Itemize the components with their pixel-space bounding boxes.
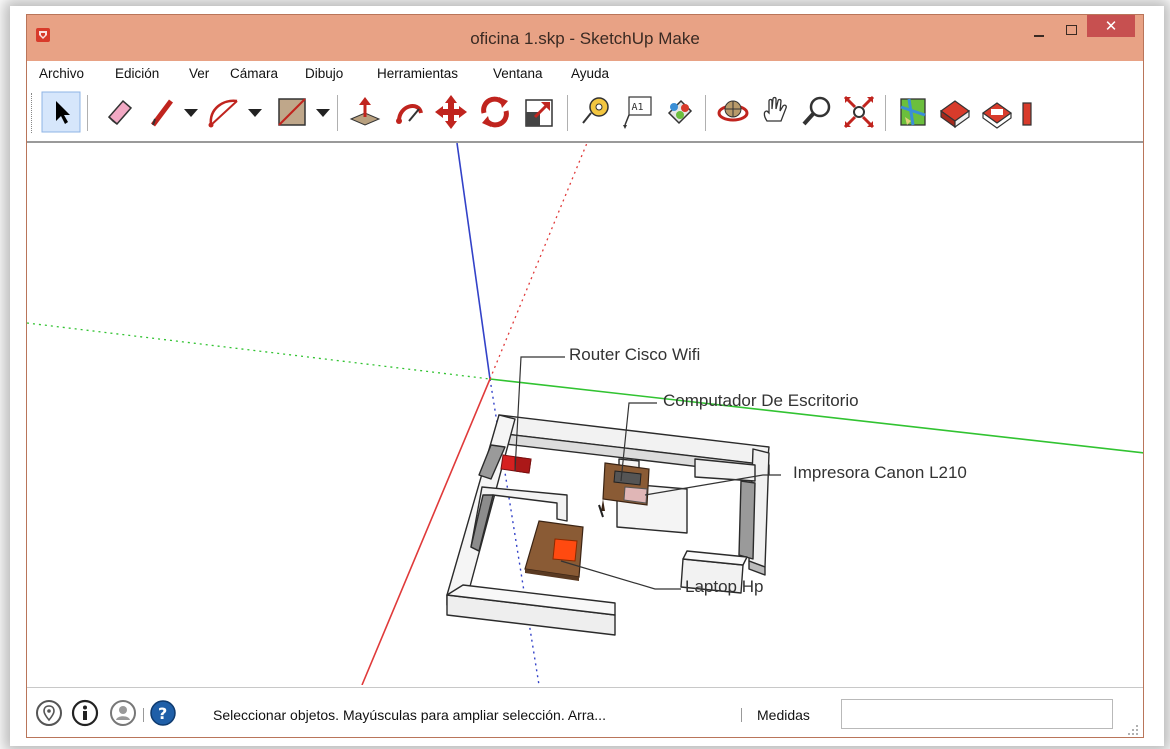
window-title: oficina 1.skp - SketchUp Make xyxy=(470,29,700,48)
menu-camara[interactable]: Cámara xyxy=(230,66,278,81)
menu-bar: Archivo Edición Ver Cámara Dibujo Herram… xyxy=(27,61,1143,87)
office-walls[interactable] xyxy=(446,414,770,636)
status-separator xyxy=(143,708,144,722)
user-account-icon[interactable] xyxy=(109,699,137,727)
info-icon[interactable] xyxy=(71,699,99,727)
toolbar-separator xyxy=(567,95,568,131)
label-laptop[interactable]: Laptop Hp xyxy=(685,577,763,597)
tape-measure-icon[interactable] xyxy=(575,91,615,133)
menu-ayuda[interactable]: Ayuda xyxy=(571,66,609,81)
paint-bucket-icon[interactable] xyxy=(659,91,699,133)
eraser-icon[interactable] xyxy=(99,91,139,133)
status-bar: ? Seleccionar objetos. Mayúsculas para a… xyxy=(27,687,1143,737)
orbit-icon[interactable] xyxy=(713,91,753,133)
follow-me-icon[interactable] xyxy=(389,91,429,133)
dropdown-arrow-icon[interactable] xyxy=(181,91,201,133)
label-router[interactable]: Router Cisco Wifi xyxy=(569,345,700,365)
help-icon[interactable]: ? xyxy=(149,699,177,727)
warehouse-icon[interactable] xyxy=(935,91,975,133)
toolbar-grip[interactable] xyxy=(31,93,35,133)
svg-text:?: ? xyxy=(158,704,167,723)
label-printer[interactable]: Impresora Canon L210 xyxy=(793,463,967,483)
select-arrow-icon[interactable] xyxy=(41,91,81,133)
green-axis-dotted xyxy=(27,322,491,380)
extension-icon[interactable] xyxy=(977,91,1017,133)
menu-ventana[interactable]: Ventana xyxy=(493,66,543,81)
model-scene[interactable] xyxy=(27,143,1143,685)
text-label-icon[interactable]: A1 xyxy=(617,91,657,133)
menu-edicion[interactable]: Edición xyxy=(115,66,159,81)
measurements-input[interactable] xyxy=(841,699,1113,729)
rotate-icon[interactable] xyxy=(475,91,515,133)
close-button[interactable]: ✕ xyxy=(1087,15,1135,37)
dropdown-arrow-icon[interactable] xyxy=(313,91,333,133)
status-message: Seleccionar objetos. Mayúsculas para amp… xyxy=(213,707,606,723)
toolbar-separator xyxy=(337,95,338,131)
resize-grip-icon[interactable] xyxy=(1127,724,1139,736)
map-icon[interactable] xyxy=(893,91,933,133)
pencil-line-icon[interactable] xyxy=(145,91,181,133)
maximize-button[interactable] xyxy=(1057,15,1085,45)
drawing-viewport[interactable]: Router Cisco Wifi Computador De Escritor… xyxy=(27,143,1143,685)
rectangle-icon[interactable] xyxy=(271,91,311,133)
minimize-button[interactable] xyxy=(1025,15,1053,45)
zoom-magnifier-icon[interactable] xyxy=(797,91,837,133)
minimize-icon xyxy=(1034,35,1044,37)
red-axis-dotted xyxy=(489,143,588,380)
title-bar[interactable]: oficina 1.skp - SketchUp Make ✕ xyxy=(27,15,1143,61)
toolbar-separator xyxy=(705,95,706,131)
main-toolbar: A1 xyxy=(27,87,1143,143)
arc-icon[interactable] xyxy=(205,91,245,133)
status-separator xyxy=(741,708,742,722)
menu-ver[interactable]: Ver xyxy=(189,66,209,81)
geo-location-icon[interactable] xyxy=(35,699,63,727)
push-pull-icon[interactable] xyxy=(345,91,385,133)
menu-dibujo[interactable]: Dibujo xyxy=(305,66,343,81)
pan-hand-icon[interactable] xyxy=(755,91,795,133)
close-icon: ✕ xyxy=(1104,17,1118,35)
dropdown-arrow-icon[interactable] xyxy=(245,91,265,133)
text-tool-label: A1 xyxy=(632,102,644,113)
blue-axis-solid xyxy=(456,143,491,380)
measurements-label: Medidas xyxy=(757,707,810,723)
toolbar-separator xyxy=(87,95,88,131)
move-icon[interactable] xyxy=(431,91,471,133)
menu-herramientas[interactable]: Herramientas xyxy=(377,66,458,81)
scale-icon[interactable] xyxy=(519,91,559,133)
label-computer[interactable]: Computador De Escritorio xyxy=(663,391,859,411)
sketchup-window: oficina 1.skp - SketchUp Make ✕ Archivo … xyxy=(26,14,1144,738)
zoom-extents-icon[interactable] xyxy=(839,91,879,133)
menu-archivo[interactable]: Archivo xyxy=(39,66,84,81)
laptop-model[interactable] xyxy=(524,520,584,581)
toolbar-separator xyxy=(885,95,886,131)
maximize-icon xyxy=(1066,25,1077,35)
extension-icon-partial[interactable] xyxy=(1021,91,1041,133)
